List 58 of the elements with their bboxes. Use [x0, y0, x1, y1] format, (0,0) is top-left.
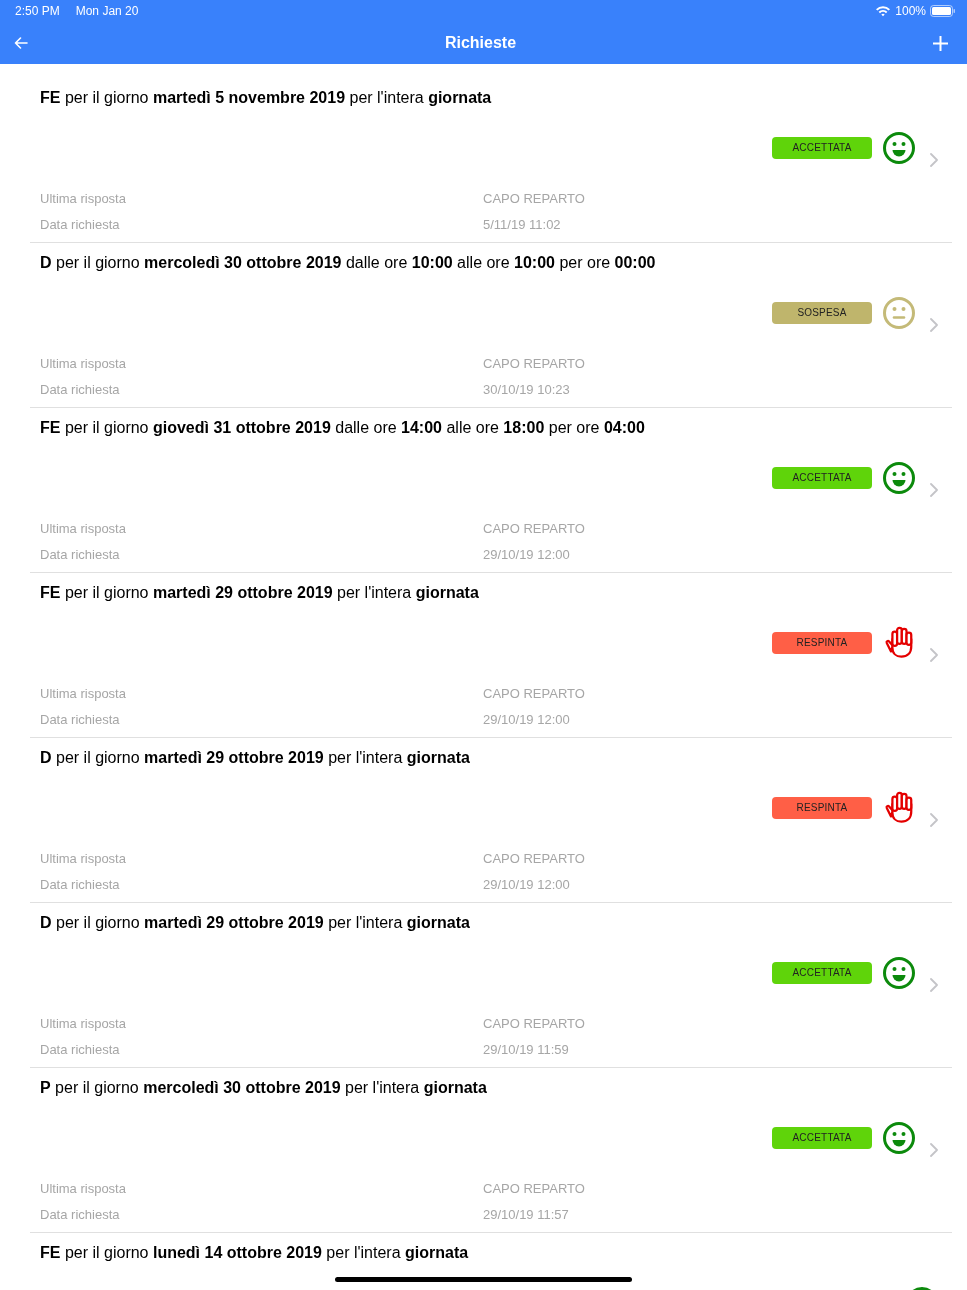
detail-label: Data richiesta	[40, 216, 120, 234]
request-title: P per il giorno mercoledì 30 ottobre 2019 per l'intera giornata	[40, 1078, 487, 1098]
detail-value: 29/10/19 11:59	[483, 1041, 569, 1059]
detail-label: Data richiesta	[40, 1206, 120, 1224]
request-title: D per il giorno mercoledì 30 ottobre 2019 dalle ore 10:00 alle ore 10:00 per ore 00:00	[40, 253, 656, 273]
status-badge: ACCETTATA	[772, 962, 872, 984]
chevron-right-icon[interactable]	[930, 153, 938, 167]
detail-label: Ultima risposta	[40, 850, 126, 868]
detail-value: 29/10/19 12:00	[483, 711, 570, 729]
wifi-icon	[875, 5, 892, 17]
detail-label: Ultima risposta	[40, 685, 126, 703]
status-badge: ACCETTATA	[772, 137, 872, 159]
chevron-right-icon[interactable]	[930, 978, 938, 992]
chevron-right-icon[interactable]	[930, 483, 938, 497]
chevron-right-icon[interactable]	[930, 318, 938, 332]
status-badge: ACCETTATA	[772, 467, 872, 489]
request-title: FE per il giorno lunedì 14 ottobre 2019 per l'intera giornata	[40, 1243, 469, 1263]
detail-label: Data richiesta	[40, 546, 120, 564]
battery-percent: 100%	[895, 3, 926, 20]
chevron-right-icon[interactable]	[930, 648, 938, 662]
status-badge: SOSPESA	[772, 302, 872, 324]
detail-label: Ultima risposta	[40, 520, 126, 538]
nav-title: Richieste	[444, 33, 517, 53]
request-title: FE per il giorno martedì 5 novembre 2019 per l'intera giornata	[40, 88, 492, 108]
battery-icon	[930, 5, 955, 17]
detail-value: CAPO REPARTO	[483, 685, 585, 703]
detail-label: Data richiesta	[40, 876, 120, 894]
status-badge: RESPINTA	[772, 797, 872, 819]
detail-value: CAPO REPARTO	[483, 520, 585, 538]
detail-value: CAPO REPARTO	[483, 1015, 585, 1033]
status-badge: ACCETTATA	[772, 1127, 872, 1149]
status-time: 2:50 PM	[15, 3, 60, 20]
chevron-right-icon[interactable]	[930, 813, 938, 827]
chevron-right-icon[interactable]	[930, 1143, 938, 1157]
detail-label: Ultima risposta	[40, 190, 126, 208]
detail-value: 29/10/19 11:57	[483, 1206, 569, 1224]
detail-value: CAPO REPARTO	[483, 355, 585, 373]
detail-label: Data richiesta	[40, 711, 120, 729]
detail-value: CAPO REPARTO	[483, 1180, 585, 1198]
detail-label: Data richiesta	[40, 381, 120, 399]
add-icon[interactable]	[933, 35, 948, 51]
detail-label: Ultima risposta	[40, 1180, 126, 1198]
detail-label: Ultima risposta	[40, 1015, 126, 1033]
detail-label: Data richiesta	[40, 1041, 120, 1059]
request-title: FE per il giorno martedì 29 ottobre 2019 per l'intera giornata	[40, 583, 479, 603]
detail-value: 29/10/19 12:00	[483, 876, 570, 894]
request-title: D per il giorno martedì 29 ottobre 2019 per l'intera giornata	[40, 748, 470, 768]
detail-value: CAPO REPARTO	[483, 850, 585, 868]
status-badge: RESPINTA	[772, 632, 872, 654]
detail-value: 29/10/19 12:00	[483, 546, 570, 564]
detail-value: CAPO REPARTO	[483, 190, 585, 208]
detail-value: 5/11/19 11:02	[483, 216, 561, 234]
status-date: Mon Jan 20	[75, 3, 139, 20]
request-title: FE per il giorno giovedì 31 ottobre 2019 dalle ore 14:00 alle ore 18:00 per ore 04:00	[40, 418, 645, 438]
detail-label: Ultima risposta	[40, 355, 126, 373]
request-title: D per il giorno martedì 29 ottobre 2019 per l'intera giornata	[40, 913, 470, 933]
back-arrow-icon[interactable]	[14, 37, 28, 49]
detail-value: 30/10/19 10:23	[483, 381, 570, 399]
